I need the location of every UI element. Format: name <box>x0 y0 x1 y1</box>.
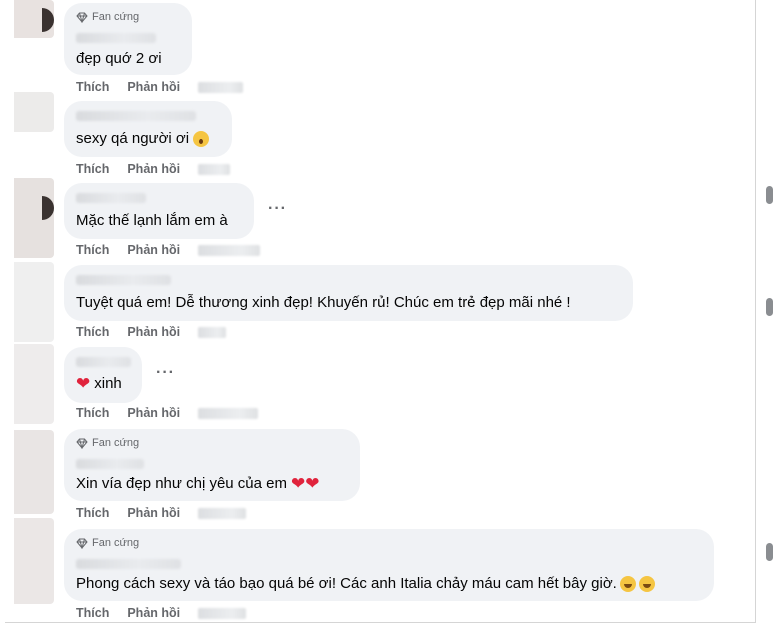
timestamp-redacted <box>198 407 259 419</box>
avatar-strip <box>0 0 54 623</box>
more-options-icon[interactable]: ··· <box>268 200 287 218</box>
timestamp-redacted <box>198 507 247 519</box>
author-name-redacted <box>76 111 196 121</box>
like-button[interactable]: Thích <box>76 162 109 176</box>
avatar[interactable] <box>14 518 54 604</box>
comment-actions: Thích Phản hồi <box>76 80 244 94</box>
fan-badge: Fan cứng <box>76 437 139 449</box>
timestamp-redacted <box>198 81 244 93</box>
comment-actions: Thích Phản hồi <box>76 243 261 257</box>
reply-button[interactable]: Phản hồi <box>127 406 180 420</box>
comment-text: Mặc thế lạnh lắm em à <box>76 212 228 229</box>
comment-bubble: Fan cứng Xin vía đẹp như chị yêu của em … <box>64 429 360 501</box>
comment-bubble: sexy qá người ơi <box>64 101 232 157</box>
author-name-redacted <box>76 275 171 285</box>
heart-emoji-icon: ❤ <box>305 474 320 493</box>
reply-button[interactable]: Phản hồi <box>127 325 180 339</box>
comment-actions: Thích Phản hồi <box>76 325 227 339</box>
comment-actions: Thích Phản hồi <box>76 162 231 176</box>
heart-emoji-icon: ❤ <box>291 474 306 493</box>
grinning-face-emoji-icon <box>638 575 655 592</box>
comment-text: Tuyệt quá em! Dễ thương xinh đẹp! Khuyến… <box>76 294 571 311</box>
avatar[interactable] <box>14 262 54 342</box>
comment-text: xinh <box>94 375 122 392</box>
avatar[interactable] <box>14 344 54 424</box>
grinning-face-emoji-icon <box>619 575 636 592</box>
shocked-face-emoji-icon <box>193 130 210 147</box>
badge-label: Fan cứng <box>92 437 140 449</box>
comment-text-row: Phong cách sexy và táo bạo quá bé ơi! Cá… <box>76 575 655 592</box>
comment-text-row: ❤ xinh <box>76 375 122 392</box>
comment-text: đẹp quớ 2 ơi <box>76 50 162 67</box>
comment-text: Phong cách sexy và táo bạo quá bé ơi! Cá… <box>76 575 617 592</box>
scrollbar-thumb[interactable] <box>766 186 773 204</box>
more-options-icon[interactable]: ··· <box>156 364 175 382</box>
author-name-redacted <box>76 459 144 469</box>
reply-button[interactable]: Phản hồi <box>127 162 180 176</box>
comment-bubble: ❤ xinh <box>64 347 142 403</box>
diamond-icon <box>76 12 88 23</box>
like-button[interactable]: Thích <box>76 243 109 257</box>
like-button[interactable]: Thích <box>76 506 109 520</box>
avatar[interactable] <box>14 92 54 132</box>
like-button[interactable]: Thích <box>76 80 109 94</box>
comment-text-row: Xin vía đẹp như chị yêu của em ❤ ❤ <box>76 475 320 492</box>
diamond-icon <box>76 438 88 449</box>
timestamp-redacted <box>198 244 261 256</box>
avatar[interactable] <box>14 430 54 514</box>
comment-bubble: Fan cứng đẹp quớ 2 ơi <box>64 3 192 75</box>
fan-badge: Fan cứng <box>76 537 139 549</box>
scrollbar-thumb[interactable] <box>766 298 773 316</box>
scrollbar-thumb[interactable] <box>766 543 773 561</box>
author-name-redacted <box>76 193 146 203</box>
like-button[interactable]: Thích <box>76 325 109 339</box>
reply-button[interactable]: Phản hồi <box>127 506 180 520</box>
comment-text-row: sexy qá người ơi <box>76 130 210 147</box>
reply-button[interactable]: Phản hồi <box>127 80 180 94</box>
heart-emoji-icon: ❤ <box>76 374 91 393</box>
like-button[interactable]: Thích <box>76 406 109 420</box>
comment-text: sexy qá người ơi <box>76 130 190 147</box>
comment-bubble: Tuyệt quá em! Dễ thương xinh đẹp! Khuyến… <box>64 265 633 321</box>
timestamp-redacted <box>198 326 227 338</box>
comment-actions: Thích Phản hồi <box>76 406 259 420</box>
badge-label: Fan cứng <box>92 537 140 549</box>
comment-actions: Thích Phản hồi <box>76 606 247 620</box>
comment-bubble: Mặc thế lạnh lắm em à <box>64 183 254 239</box>
comment-bubble: Fan cứng Phong cách sexy và táo bạo quá … <box>64 529 714 601</box>
like-button[interactable]: Thích <box>76 606 109 620</box>
fan-badge: Fan cứng <box>76 11 139 23</box>
author-name-redacted <box>76 33 156 43</box>
author-name-redacted <box>76 357 131 367</box>
diamond-icon <box>76 538 88 549</box>
comment-actions: Thích Phản hồi <box>76 506 247 520</box>
reply-button[interactable]: Phản hồi <box>127 243 180 257</box>
comment-text: Xin vía đẹp như chị yêu của em <box>76 475 287 492</box>
reply-button[interactable]: Phản hồi <box>127 606 180 620</box>
timestamp-redacted <box>198 607 247 619</box>
badge-label: Fan cứng <box>92 11 140 23</box>
author-name-redacted <box>76 559 181 569</box>
timestamp-redacted <box>198 163 231 175</box>
